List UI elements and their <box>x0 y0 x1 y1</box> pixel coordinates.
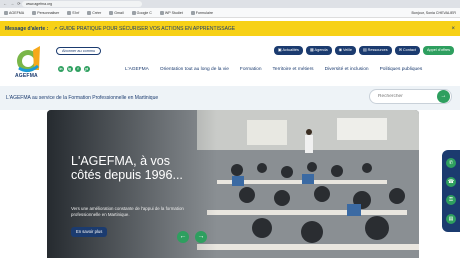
quick-links: ▣ Actualités ▦ Agenda ◉ Veille ▤ Ressources … <box>273 46 454 55</box>
hero-description: Vers une amélioration constante de l'app… <box>71 206 184 217</box>
profile-text[interactable]: Bonjour, Sonia CHEVALIER <box>412 11 456 15</box>
agenda-button[interactable]: ▦ Agenda <box>305 46 332 55</box>
bookmark-label: Formulaire <box>195 10 213 15</box>
carousel-next-button[interactable]: → <box>195 231 207 243</box>
bookmark-icon <box>32 10 37 15</box>
bookmark-label: Gmail <box>114 10 124 15</box>
nav-item-orientation[interactable]: Orientation tout au long de la vie <box>160 67 229 72</box>
nav-item-formation[interactable]: Formation <box>240 67 262 72</box>
subscribe-button[interactable]: Abonner au commu <box>56 47 102 55</box>
document-icon[interactable]: ▤ <box>446 213 456 224</box>
folder-icon: ▤ <box>363 48 367 52</box>
floating-sidebar: ✆ ☎ ⚿ ▤ <box>442 150 460 232</box>
tenders-button[interactable]: Appel d'offres <box>422 46 454 55</box>
button-label: Appel d'offres <box>426 48 450 52</box>
bookmarks-bar: AGEFMA Personnaliser S'Inf Créer Gmail G… <box>0 8 460 18</box>
facebook-icon[interactable]: f <box>75 66 81 72</box>
logo-text: AGEFMA <box>15 73 38 79</box>
bookmark-icon <box>67 10 72 15</box>
bookmark-icon <box>131 10 136 15</box>
bookmark-icon <box>87 10 92 15</box>
hero-cta-button[interactable]: En savoir plus <box>71 227 108 237</box>
news-button[interactable]: ▣ Actualités <box>273 46 303 55</box>
bookmark-icon <box>109 10 114 15</box>
hero-title: L'AGEFMA, à vos côtés depuis 1996... <box>71 154 183 182</box>
contact-button[interactable]: ✉ Contact <box>394 46 420 55</box>
bookmark-icon <box>4 10 8 15</box>
nav-item-diversite[interactable]: Diversité et inclusion <box>325 67 369 72</box>
youtube-icon[interactable]: yt <box>83 66 90 72</box>
button-label: Veille <box>342 48 353 52</box>
bookmark-item[interactable]: AGEFMA <box>4 10 25 15</box>
phone-icon[interactable]: ☎ <box>446 176 456 187</box>
eye-icon: ◉ <box>338 48 342 52</box>
alert-close-button[interactable]: × <box>451 26 455 32</box>
bookmark-item[interactable]: Google C <box>131 10 152 15</box>
bookmark-item[interactable]: Formulaire <box>190 10 213 15</box>
bookmark-icon <box>190 10 195 15</box>
arrow-right-icon: → <box>197 233 205 240</box>
nav-item-territoire[interactable]: Territoire et métiers <box>273 67 314 72</box>
instagram-icon[interactable]: ig <box>66 66 73 72</box>
button-label: Contact <box>402 48 416 52</box>
address-bar[interactable]: www.agefma.org <box>22 1 142 7</box>
button-label: Ressources <box>367 48 388 52</box>
bookmark-label: Créer <box>92 10 102 15</box>
bookmark-item[interactable]: Créer <box>87 10 102 15</box>
bookmark-item[interactable]: WP Studiet <box>159 10 183 15</box>
alert-link[interactable]: GUIDE PRATIQUE POUR SÉCURISER VOS ACTION… <box>59 26 235 32</box>
nav-item-politiques[interactable]: Politiques publiques <box>380 67 423 72</box>
lock-icon[interactable]: ⚿ <box>446 195 456 206</box>
bookmark-label: S'Inf <box>72 10 80 15</box>
bookmark-label: Google C <box>136 10 152 15</box>
button-label: Actualités <box>282 48 299 52</box>
nav-item-agefma[interactable]: L'AGEFMA <box>125 67 149 72</box>
carousel-prev-button[interactable]: ← <box>177 231 189 243</box>
button-label: Agenda <box>314 48 328 52</box>
main-nav: L'AGEFMA Orientation tout au long de la … <box>125 67 422 72</box>
alert-banner: Message d'alerte : ↗ GUIDE PRATIQUE POUR… <box>0 21 460 36</box>
linkedin-icon[interactable]: in <box>58 66 64 72</box>
arrow-right-icon: → <box>440 93 447 99</box>
bookmark-item[interactable]: Gmail <box>109 10 124 15</box>
band-title: L'AGEFMA au service de la Formation Prof… <box>6 95 159 101</box>
bookmark-label: WP Studiet <box>164 10 183 15</box>
bookmark-label: Personnaliser <box>37 10 60 15</box>
calendar-icon: ▦ <box>309 48 314 52</box>
mail-icon: ✉ <box>398 48 402 52</box>
logo-mark-icon <box>17 46 40 73</box>
bookmark-icon <box>159 10 164 15</box>
chat-icon[interactable]: ✆ <box>446 158 456 169</box>
bookmark-label: AGEFMA <box>9 10 25 15</box>
resources-button[interactable]: ▤ Ressources <box>359 46 392 55</box>
social-links: in ig f yt <box>58 66 90 72</box>
hero-carousel: L'AGEFMA, à vos côtés depuis 1996... Ver… <box>47 110 419 258</box>
external-link-icon: ↗ <box>53 25 58 32</box>
bookmark-item[interactable]: S'Inf <box>67 10 80 15</box>
search-submit-button[interactable]: → <box>437 90 450 103</box>
bookmarks-right: Bonjour, Sonia CHEVALIER <box>412 11 456 15</box>
watch-button[interactable]: ◉ Veille <box>334 46 357 55</box>
browser-url-row: ← → ⟳ www.agefma.org <box>0 0 460 8</box>
browser-nav-arrows-icon[interactable]: ← → ⟳ <box>3 1 22 6</box>
news-icon: ▣ <box>277 48 282 52</box>
alert-label: Message d'alerte : <box>5 25 49 32</box>
arrow-left-icon: ← <box>179 233 187 240</box>
bookmark-item[interactable]: Personnaliser <box>32 10 60 15</box>
